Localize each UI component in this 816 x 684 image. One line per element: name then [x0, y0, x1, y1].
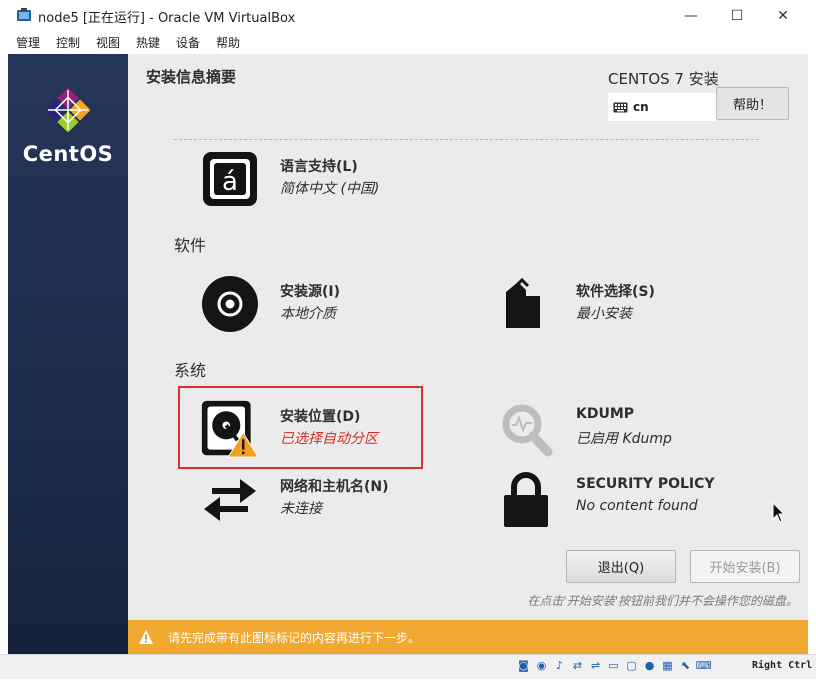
window-title: node5 [正在运行] - Oracle VM VirtualBox — [38, 11, 296, 26]
spoke-installation-destination[interactable]: 安装位置(D) 已选择自动分区 — [200, 399, 460, 459]
spoke-software-selection[interactable]: 软件选择(S) 最小安装 — [496, 274, 756, 334]
keyboard-layout-indicator[interactable]: cn — [608, 93, 716, 121]
keyboard-layout-label: cn — [633, 100, 649, 114]
virtualbox-icon — [17, 8, 31, 21]
menu-control[interactable]: 控制 — [56, 34, 80, 51]
status-bar: ◙ ◉ ♪ ⇄ ⇌ ▭ ▢ ● ▦ ⬉ ⌨ Right Ctrl — [0, 654, 816, 679]
spoke-software-name: 软件选择(S) — [576, 284, 655, 300]
help-button[interactable]: 帮助！ — [716, 87, 789, 120]
brand-name: CentOS — [22, 142, 114, 166]
spoke-software-status: 最小安装 — [576, 306, 632, 322]
menu-manage[interactable]: 管理 — [16, 34, 40, 51]
menu-bar: 管理 控制 视图 热键 设备 帮助 — [0, 31, 816, 53]
menu-view[interactable]: 视图 — [96, 34, 120, 51]
spoke-security-policy[interactable]: SECURITY POLICY No content found — [496, 469, 756, 529]
sidebar: CentOS — [8, 54, 128, 654]
disk-hint-text: 在点击'开始安装'按钮前我们并不会操作您的磁盘。 — [527, 594, 798, 608]
spoke-security-status: No content found — [576, 498, 698, 514]
product-title: CENTOS 7 安装 — [608, 70, 719, 88]
video-capture-icon[interactable]: ● — [642, 658, 657, 673]
spoke-kdump[interactable]: KDUMP 已启用 Kdump — [496, 399, 756, 459]
menu-devices[interactable]: 设备 — [176, 34, 200, 51]
disc-icon — [202, 276, 258, 332]
vm-screen[interactable]: CentOS 安装信息摘要 CENTOS 7 安装 cn 帮助！ á 语言支持(… — [8, 54, 808, 654]
menu-hotkey[interactable]: 热键 — [136, 34, 160, 51]
page-title: 安装信息摘要 — [146, 68, 237, 86]
spoke-language-name: 语言支持(L) — [280, 159, 358, 175]
mouse-integration-icon[interactable]: ⬉ — [678, 658, 693, 673]
spoke-network-name: 网络和主机名(N) — [280, 479, 389, 495]
header-divider — [174, 139, 759, 140]
window-titlebar: node5 [正在运行] - Oracle VM VirtualBox — ☐ … — [0, 0, 816, 31]
begin-installation-button[interactable]: 开始安装(B) — [690, 550, 800, 583]
cpu-icon[interactable]: ▦ — [660, 658, 675, 673]
audio-icon[interactable]: ♪ — [552, 658, 567, 673]
spoke-network-status: 未连接 — [280, 501, 322, 517]
section-system: 系统 — [174, 361, 207, 380]
language-icon: á — [203, 152, 257, 206]
keyboard-capture-icon[interactable]: ⌨ — [696, 658, 712, 673]
network-arrows-icon — [204, 479, 256, 521]
section-software: 软件 — [174, 236, 207, 255]
centos-logo-icon — [46, 88, 90, 132]
network-adapter-icon[interactable]: ⇄ — [570, 658, 585, 673]
spoke-kdump-name: KDUMP — [576, 406, 635, 422]
maximize-button[interactable]: ☐ — [714, 0, 760, 31]
warning-bar: 请先完成带有此图标标记的内容再进行下一步。 — [128, 620, 808, 654]
keyboard-icon — [613, 102, 628, 112]
package-icon — [506, 277, 540, 328]
disk-warning-icon — [201, 400, 259, 458]
warning-icon — [139, 630, 153, 644]
device-indicators: ◙ ◉ ♪ ⇄ ⇌ ▭ ▢ ● ▦ ⬉ ⌨ — [516, 658, 711, 673]
spoke-source-status: 本地介质 — [280, 306, 336, 322]
spoke-network-hostname[interactable]: 网络和主机名(N) 未连接 — [200, 469, 460, 529]
spoke-destination-status: 已选择自动分区 — [280, 431, 378, 447]
lock-icon — [504, 472, 548, 527]
spoke-source-name: 安装源(I) — [280, 284, 341, 300]
spoke-destination-name: 安装位置(D) — [280, 409, 361, 425]
installation-summary: 安装信息摘要 CENTOS 7 安装 cn 帮助！ á 语言支持(L) 简体中文… — [128, 54, 808, 654]
spoke-language-status: 简体中文 (中国) — [280, 181, 380, 197]
svg-text:á: á — [222, 167, 238, 197]
host-key-label: Right Ctrl — [752, 660, 813, 671]
display-icon[interactable]: ▢ — [624, 658, 639, 673]
close-button[interactable]: ✕ — [760, 0, 806, 31]
spoke-security-name: SECURITY POLICY — [576, 476, 715, 492]
quit-button[interactable]: 退出(Q) — [566, 550, 676, 583]
usb-icon[interactable]: ⇌ — [588, 658, 603, 673]
optical-drive-icon[interactable]: ◉ — [534, 658, 549, 673]
minimize-button[interactable]: — — [668, 0, 714, 31]
shared-folders-icon[interactable]: ▭ — [606, 658, 621, 673]
spoke-installation-source[interactable]: 安装源(I) 本地介质 — [200, 274, 460, 334]
warning-bar-text: 请先完成带有此图标标记的内容再进行下一步。 — [168, 631, 421, 645]
menu-help[interactable]: 帮助 — [216, 34, 240, 51]
spoke-kdump-status: 已启用 Kdump — [576, 431, 672, 447]
mouse-pointer-icon — [772, 502, 786, 523]
spoke-language[interactable]: á 语言支持(L) 简体中文 (中国) — [200, 149, 460, 209]
magnifier-icon — [502, 404, 553, 457]
hard-disk-icon[interactable]: ◙ — [516, 658, 531, 673]
